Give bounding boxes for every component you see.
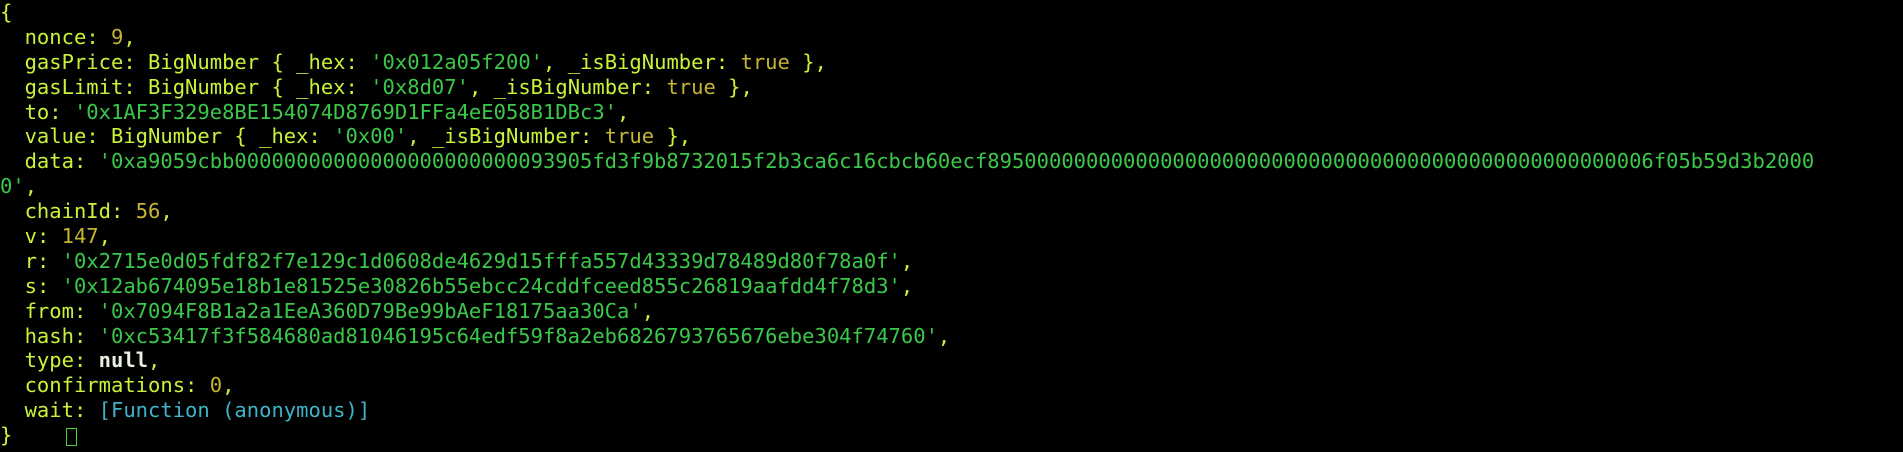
field-chainid: chainId: 56, bbox=[24, 199, 173, 224]
field-gaslimit: gasLimit: BigNumber { _hex: '0x8d07', _i… bbox=[24, 74, 753, 99]
field-data-wrap: 0', bbox=[0, 174, 38, 199]
open-brace: { bbox=[0, 0, 13, 24]
hex-value: '0x8d07' bbox=[370, 74, 469, 99]
field-key: type bbox=[24, 348, 74, 373]
field-key: chainId bbox=[24, 199, 111, 224]
field-value: 9 bbox=[111, 24, 124, 49]
cursor-icon bbox=[66, 428, 77, 447]
field-value: [Function (anonymous)] bbox=[98, 398, 371, 423]
hex-value: '0x00' bbox=[333, 124, 408, 149]
hex-key: _hex bbox=[259, 124, 309, 149]
field-nonce: nonce: 9, bbox=[24, 24, 136, 49]
class-name: BigNumber bbox=[111, 124, 223, 149]
field-wait: wait: [Function (anonymous)] bbox=[24, 398, 371, 423]
field-key: v bbox=[24, 224, 37, 249]
field-key: gasLimit bbox=[24, 74, 124, 99]
class-name: BigNumber bbox=[148, 74, 260, 99]
field-key: r bbox=[24, 248, 37, 273]
terminal-output[interactable]: { nonce: 9, gasPrice: BigNumber { _hex: … bbox=[0, 0, 1903, 452]
hex-key: _hex bbox=[296, 49, 346, 74]
flag-key: _isBigNumber bbox=[431, 124, 581, 149]
field-value: '0xc53417f3f584680ad81046195c64edf59f8a2… bbox=[98, 323, 938, 348]
field-value: 56 bbox=[135, 199, 161, 224]
field-value-wrap: 0' bbox=[0, 174, 25, 199]
close-brace: } bbox=[0, 423, 13, 448]
object-open-line: { bbox=[0, 0, 1903, 25]
field-value: 147 bbox=[61, 224, 99, 249]
field-hash: hash: '0xc53417f3f584680ad81046195c64edf… bbox=[24, 323, 951, 348]
field-from: from: '0x7094F8B1a2a1EeA360D79Be99bAeF18… bbox=[24, 298, 655, 323]
field-to: to: '0x1AF3F329e8BE154074D8769D1FFa4eE05… bbox=[24, 99, 630, 124]
field-v: v: 147, bbox=[24, 224, 111, 249]
hex-key: _hex bbox=[296, 74, 346, 99]
field-value: 0 bbox=[209, 373, 223, 398]
field-confirmations: confirmations: 0, bbox=[24, 373, 235, 398]
field-gasprice: gasPrice: BigNumber { _hex: '0x012a05f20… bbox=[24, 49, 827, 74]
flag-key: _isBigNumber bbox=[567, 49, 716, 74]
flag-value: true bbox=[666, 74, 716, 99]
field-value: '0x12ab674095e18b1e81525e30826b55ebcc24c… bbox=[61, 273, 901, 298]
field-key: from bbox=[24, 298, 74, 323]
field-type: type: null, bbox=[24, 348, 161, 373]
field-value: '0x7094F8B1a2a1EeA360D79Be99bAeF18175aa3… bbox=[98, 298, 642, 323]
object-close-line: } bbox=[0, 423, 1903, 448]
field-key: hash bbox=[24, 323, 74, 348]
field-data: data: '0xa9059cbb00000000000000000000000… bbox=[24, 149, 1815, 174]
field-key: gasPrice bbox=[24, 49, 124, 74]
field-key: s bbox=[24, 273, 37, 298]
field-value: '0x1AF3F329e8BE154074D8769D1FFa4eE058B1D… bbox=[73, 99, 618, 124]
field-key: confirmations bbox=[24, 373, 186, 398]
flag-value: true bbox=[604, 124, 655, 149]
flag-key: _isBigNumber bbox=[493, 74, 642, 99]
field-key: data bbox=[24, 149, 74, 174]
field-key: nonce bbox=[24, 24, 87, 49]
field-key: to bbox=[24, 99, 50, 124]
class-name: BigNumber bbox=[148, 49, 260, 74]
field-value: '0x2715e0d05fdf82f7e129c1d0608de4629d15f… bbox=[61, 248, 901, 273]
flag-value: true bbox=[740, 49, 790, 74]
field-value: null bbox=[98, 348, 149, 373]
field-value: value: BigNumber { _hex: '0x00', _isBigN… bbox=[24, 124, 692, 149]
hex-value: '0x012a05f200' bbox=[370, 49, 544, 74]
field-key: wait bbox=[24, 398, 74, 423]
field-r: r: '0x2715e0d05fdf82f7e129c1d0608de4629d… bbox=[24, 248, 914, 273]
field-s: s: '0x12ab674095e18b1e81525e30826b55ebcc… bbox=[24, 273, 914, 298]
field-value: '0xa9059cbb00000000000000000000000093905… bbox=[98, 149, 1815, 174]
field-key: value bbox=[24, 124, 87, 149]
